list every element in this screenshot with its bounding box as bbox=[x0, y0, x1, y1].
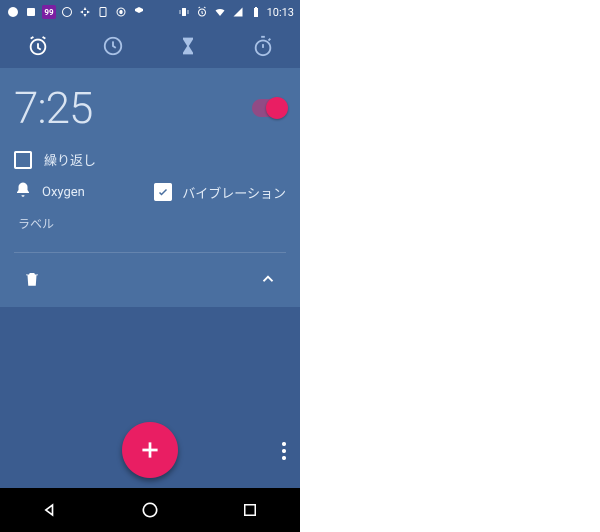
overflow-menu-button[interactable] bbox=[282, 442, 286, 460]
status-icons-left: 99 e bbox=[6, 5, 146, 19]
notification-icon: 99 bbox=[42, 5, 56, 19]
notification-icon bbox=[78, 5, 92, 19]
ringtone-name: Oxygen bbox=[42, 185, 85, 200]
status-bar: 99 e bbox=[0, 0, 300, 24]
alarm-label-field[interactable]: ラベル bbox=[14, 209, 286, 242]
delete-alarm-button[interactable] bbox=[16, 263, 48, 295]
navigation-bar bbox=[0, 488, 300, 532]
notification-icon bbox=[132, 5, 146, 19]
label-placeholder: ラベル bbox=[18, 217, 54, 231]
clock-app-screen: 99 e bbox=[0, 0, 300, 532]
tab-bar bbox=[0, 24, 300, 68]
add-alarm-fab[interactable] bbox=[122, 422, 178, 478]
vibrate-icon bbox=[177, 5, 191, 19]
tab-alarm[interactable] bbox=[18, 26, 58, 66]
notification-icon: e bbox=[114, 5, 128, 19]
bell-icon bbox=[14, 181, 32, 203]
alarm-card-expanded: 7:25 繰り返し Oxygen バイブレーション ラベル bbox=[0, 68, 300, 307]
alarm-enable-toggle[interactable] bbox=[252, 99, 286, 117]
repeat-label: 繰り返し bbox=[44, 150, 96, 169]
nav-back-button[interactable] bbox=[30, 490, 70, 530]
tab-clock[interactable] bbox=[93, 26, 133, 66]
wifi-icon bbox=[213, 5, 227, 19]
nav-home-button[interactable] bbox=[130, 490, 170, 530]
repeat-checkbox[interactable] bbox=[14, 151, 32, 169]
status-time: 10:13 bbox=[267, 6, 294, 19]
svg-text:e: e bbox=[120, 10, 123, 16]
alarm-list-area bbox=[0, 307, 300, 488]
vibrate-label: バイブレーション bbox=[182, 183, 286, 202]
status-icons-right: 10:13 bbox=[177, 5, 294, 19]
tab-timer[interactable] bbox=[168, 26, 208, 66]
nav-recents-button[interactable] bbox=[230, 490, 270, 530]
signal-icon bbox=[231, 5, 245, 19]
repeat-row[interactable]: 繰り返し bbox=[14, 144, 286, 175]
notification-icon bbox=[60, 5, 74, 19]
notification-icon bbox=[96, 5, 110, 19]
battery-icon bbox=[249, 5, 263, 19]
alarm-time[interactable]: 7:25 bbox=[14, 82, 92, 134]
notification-icon bbox=[6, 5, 20, 19]
vibrate-checkbox[interactable] bbox=[154, 183, 172, 201]
vibrate-row[interactable]: バイブレーション bbox=[154, 183, 286, 202]
alarm-icon bbox=[195, 5, 209, 19]
collapse-alarm-button[interactable] bbox=[252, 263, 284, 295]
ringtone-row[interactable]: Oxygen bbox=[14, 181, 85, 203]
notification-icon bbox=[24, 5, 38, 19]
tab-stopwatch[interactable] bbox=[243, 26, 283, 66]
